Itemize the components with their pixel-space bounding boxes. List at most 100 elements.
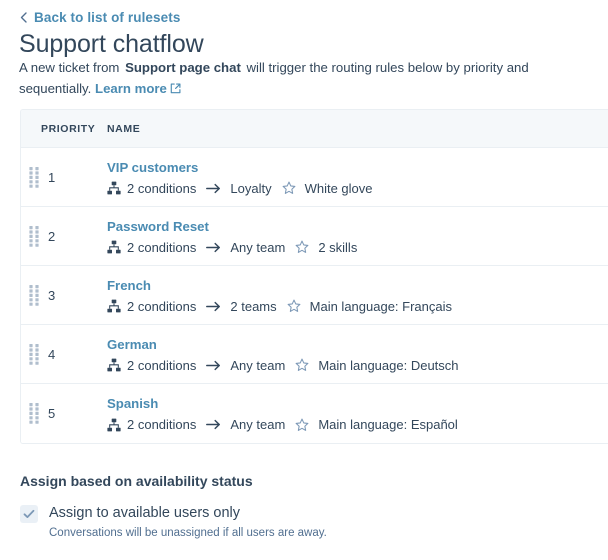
rule-conditions: 2 conditions (107, 240, 196, 254)
star-outline-icon (282, 181, 296, 195)
page-description: A new ticket from Support page chat will… (19, 57, 539, 99)
arrow-right-icon (206, 301, 221, 311)
back-to-rulesets-link[interactable]: Back to list of rulesets (20, 11, 180, 25)
star-outline-icon (295, 358, 309, 372)
rule-meta: 2 conditions 2 teams Main language: França… (107, 299, 608, 313)
table-row[interactable]: 4 German 2 conditions Any team Main language… (21, 325, 608, 384)
arrow-right-icon (206, 183, 221, 193)
rule-meta: 2 conditions Any team 2 skills (107, 240, 608, 254)
drag-handle-icon[interactable] (28, 343, 40, 365)
table-row[interactable]: 2 Password Reset 2 conditions Any team 2 ski… (21, 207, 608, 266)
rule-name-link[interactable]: German (107, 337, 157, 354)
learn-more-label: Learn more (95, 81, 167, 96)
available-users-checkbox[interactable] (20, 504, 38, 523)
drag-handle-icon[interactable] (28, 403, 40, 424)
rule-skill-label: White glove (304, 180, 373, 196)
rule-meta: 2 conditions Loyalty White glove (107, 181, 608, 195)
rule-name-link[interactable]: French (107, 278, 151, 295)
priority-number: 1 (48, 169, 56, 185)
check-icon (23, 509, 35, 518)
priority-number: 3 (48, 287, 56, 303)
rule-target-arrow (206, 183, 221, 194)
rule-skill-star (287, 299, 301, 313)
rule-skill-star (295, 418, 309, 432)
sitemap-icon (107, 418, 121, 432)
arrow-right-icon (206, 420, 221, 430)
arrow-right-icon (206, 242, 221, 252)
rule-target-arrow (206, 419, 221, 430)
rule-conditions: 2 conditions (107, 299, 196, 313)
drag-handle-icon[interactable] (28, 284, 40, 306)
rule-name-link[interactable]: Spanish (107, 396, 158, 413)
rule-skill-star (282, 181, 296, 195)
rule-conditions: 2 conditions (107, 418, 196, 432)
rule-skill-star (295, 358, 309, 372)
rule-target-label: Any team (230, 239, 286, 255)
rule-conditions-label: 2 conditions (127, 180, 197, 196)
chatflow-source-name: Support page chat (125, 60, 241, 75)
rule-meta: 2 conditions Any team Main language: Españ… (107, 418, 608, 432)
sitemap-icon (107, 299, 121, 313)
drag-handle-icon[interactable] (28, 225, 40, 247)
rule-skill-label: 2 skills (318, 239, 358, 255)
row-name-cell: Spanish 2 conditions Any team Main language… (107, 395, 608, 432)
row-priority-cell: 2 (21, 225, 107, 247)
rule-skill-star (295, 240, 309, 254)
checkbox-help-text: Conversations will be unassigned if all … (49, 526, 327, 539)
rule-conditions-label: 2 conditions (127, 417, 197, 433)
row-priority-cell: 4 (21, 343, 107, 365)
column-header-priority: PRIORITY (41, 122, 96, 135)
rule-conditions-label: 2 conditions (127, 239, 197, 255)
row-priority-cell: 3 (21, 284, 107, 306)
row-name-cell: German 2 conditions Any team Main language:… (107, 336, 608, 373)
rule-skill-label: Main language: Deutsch (318, 357, 459, 373)
rule-conditions-label: 2 conditions (127, 357, 197, 373)
back-link-label: Back to list of rulesets (34, 10, 181, 25)
rule-name-link[interactable]: VIP customers (107, 160, 198, 177)
star-outline-icon (287, 299, 301, 313)
table-row[interactable]: 5 Spanish 2 conditions Any team Main languag… (21, 384, 608, 443)
row-priority-cell: 5 (21, 403, 107, 424)
arrow-right-icon (206, 360, 221, 370)
availability-section: Assign based on availability status Assi… (20, 473, 580, 541)
priority-number: 2 (48, 228, 56, 244)
rule-conditions: 2 conditions (107, 181, 196, 195)
column-header-name: NAME (107, 122, 141, 135)
rule-skill-label: Main language: Español (318, 417, 458, 433)
row-name-cell: VIP customers 2 conditions Loyalty White gl… (107, 159, 608, 196)
drag-handle-icon[interactable] (28, 166, 40, 188)
routing-rules-table: PRIORITY NAME 1 VIP customers 2 conditions… (20, 109, 608, 444)
table-header-row: PRIORITY NAME (21, 110, 608, 148)
available-users-checkbox-row[interactable]: Assign to available users only Conversat… (20, 504, 580, 541)
rule-target-label: Loyalty (230, 180, 272, 196)
table-row[interactable]: 3 French 2 conditions 2 teams Main language:… (21, 266, 608, 325)
rule-target-label: Any team (230, 357, 286, 373)
rule-name-link[interactable]: Password Reset (107, 219, 209, 236)
rule-conditions-label: 2 conditions (127, 298, 197, 314)
rule-conditions: 2 conditions (107, 358, 196, 372)
page-title: Support chatflow (19, 30, 204, 58)
rule-target-label: 2 teams (230, 298, 277, 314)
row-name-cell: Password Reset 2 conditions Any team 2 skil… (107, 218, 608, 255)
sitemap-icon (107, 181, 121, 195)
priority-number: 4 (48, 346, 56, 362)
rule-target-arrow (206, 360, 221, 371)
ruleset-detail-page: Back to list of rulesets Support chatflo… (0, 0, 608, 560)
star-outline-icon (295, 240, 309, 254)
rule-target-arrow (206, 242, 221, 253)
rule-target-label: Any team (230, 417, 286, 433)
table-row[interactable]: 1 VIP customers 2 conditions Loyalty White g… (21, 148, 608, 207)
sitemap-icon (107, 240, 121, 254)
chevron-left-icon (20, 12, 27, 23)
external-link-icon (170, 83, 181, 94)
row-name-cell: French 2 conditions 2 teams Main language: … (107, 277, 608, 314)
row-priority-cell: 1 (21, 166, 107, 188)
learn-more-link[interactable]: Learn more (95, 81, 181, 96)
checkbox-texts: Assign to available users only Conversat… (49, 504, 327, 541)
availability-heading: Assign based on availability status (20, 473, 253, 489)
rule-skill-label: Main language: Français (309, 298, 452, 314)
checkbox-label: Assign to available users only (49, 504, 241, 521)
rule-meta: 2 conditions Any team Main language: Deuts… (107, 358, 608, 372)
rule-target-arrow (206, 301, 221, 312)
star-outline-icon (295, 418, 309, 431)
